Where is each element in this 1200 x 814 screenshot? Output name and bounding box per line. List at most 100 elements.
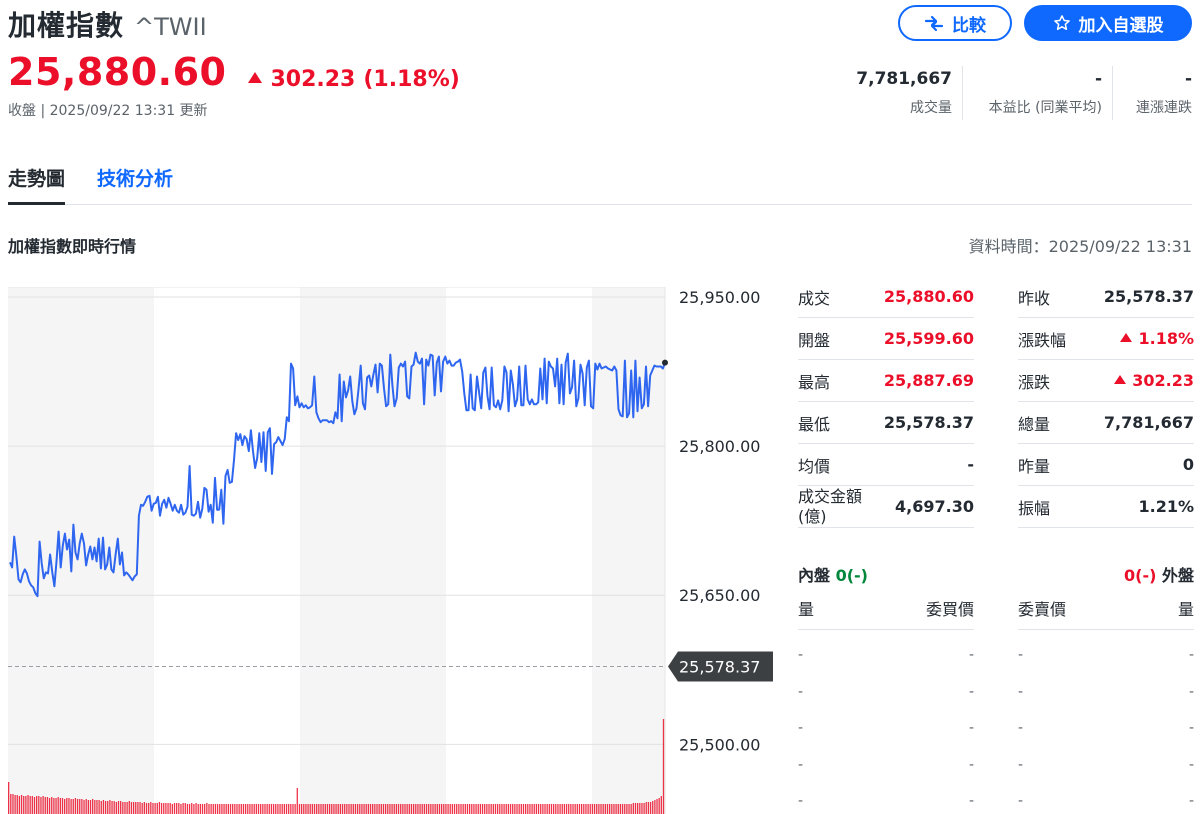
volume-bar: [165, 803, 167, 814]
volume-bar: [524, 804, 527, 814]
volume-bar: [412, 804, 415, 814]
volume-bar: [322, 804, 324, 814]
inner-outer-volume: 內盤 0(-) 0(-) 外盤: [798, 562, 1194, 586]
volume-bar: [350, 804, 352, 814]
volume-bar: [624, 804, 626, 814]
quote-label: 總量: [1018, 414, 1051, 434]
volume-bar: [550, 804, 553, 814]
ask-volume-header: 量: [1177, 600, 1194, 619]
tab-bar: 走勢圖 技術分析: [8, 164, 1192, 205]
add-watchlist-button[interactable]: 加入自選股: [1024, 5, 1192, 41]
volume-bar: [574, 804, 576, 814]
quote-cell: 漲跌幅 1.18%: [1018, 318, 1194, 360]
order-book-value: -: [798, 720, 804, 737]
volume-bar: [89, 800, 92, 814]
order-book: 量 委買價 委賣價 量 --------------------: [798, 596, 1194, 813]
volume-bar: [219, 804, 221, 814]
volume-bar: [156, 803, 158, 814]
volume-bar: [533, 804, 535, 814]
quote-value-text: 1.18%: [1138, 329, 1194, 348]
order-book-value: -: [1018, 720, 1024, 737]
volume-bar: [55, 798, 57, 814]
volume-bar: [641, 803, 643, 814]
bid-price-header: 委買價: [925, 600, 974, 619]
stat-value: 7,781,667: [856, 69, 952, 89]
tab-trend-chart[interactable]: 走勢圖: [8, 164, 66, 205]
outer-value: 0(-): [1124, 566, 1157, 585]
volume-bar: [404, 804, 406, 814]
volume-bar: [83, 800, 85, 814]
volume-bar: [272, 804, 275, 814]
volume-bar: [275, 804, 277, 814]
quote-value-text: 25,599.60: [883, 329, 974, 348]
order-book-value: -: [798, 683, 804, 700]
volume-bar: [509, 804, 512, 814]
volume-bar: [18, 796, 21, 814]
volume-bar: [453, 804, 456, 814]
order-book-value: -: [1018, 793, 1024, 810]
volume-bar: [132, 802, 135, 814]
volume-bar: [57, 797, 59, 814]
volume-bar: [16, 795, 18, 814]
volume-bar: [568, 804, 570, 814]
volume-bar: [305, 804, 307, 814]
volume-bar: [61, 798, 64, 814]
volume-bar: [576, 804, 578, 814]
chart-hour-band: [8, 287, 154, 814]
compare-button[interactable]: 比較: [898, 5, 1012, 41]
quote-value: 25,887.69: [884, 371, 974, 390]
volume-bar: [169, 803, 171, 814]
volume-bar: [197, 804, 199, 814]
quote-cell: 最低 25,578.37: [798, 402, 974, 444]
volume-bar: [608, 804, 611, 814]
volume-bar: [417, 804, 419, 814]
volume-bar: [428, 804, 430, 814]
volume-bar: [593, 804, 596, 814]
volume-bar: [537, 804, 540, 814]
quote-label: 昨收: [1018, 288, 1051, 308]
volume-bar: [171, 804, 174, 814]
volume-bar: [191, 803, 193, 814]
volume-bar: [475, 804, 477, 814]
quote-cell: 開盤 25,599.60: [798, 318, 974, 360]
volume-bar: [76, 799, 79, 814]
volume-bar: [339, 804, 342, 814]
volume-bar: [613, 804, 615, 814]
volume-bar: [221, 804, 223, 814]
volume-bar: [68, 798, 70, 814]
quote-label: 最高: [798, 372, 831, 392]
volume-bar: [311, 804, 314, 814]
quote-row: 最高 25,887.69 漲跌 302.23: [798, 360, 1194, 402]
volume-bar: [107, 801, 109, 814]
volume-bar: [262, 804, 264, 814]
intraday-chart[interactable]: 25,950.00 25,800.00 25,650.00 25,500.00 25,5…: [8, 287, 778, 814]
volume-bar: [600, 804, 602, 814]
volume-bar: [580, 804, 583, 814]
volume-bar: [514, 804, 516, 814]
volume-bar: [583, 804, 585, 814]
volume-bar: [94, 800, 96, 814]
volume-bar: [223, 804, 225, 814]
volume-bar: [505, 804, 507, 814]
page-title: 加權指數: [8, 9, 125, 42]
volume-bar: [438, 804, 441, 814]
data-time: 資料時間：2025/09/22 13:31: [968, 237, 1192, 256]
quote-cell: 均價 -: [798, 444, 974, 486]
volume-bar: [466, 804, 469, 814]
volume-bar: [79, 799, 81, 814]
volume-bar: [546, 804, 548, 814]
bid-cell: --: [798, 667, 974, 704]
stat-volume: 7,781,667 成交量: [844, 66, 962, 120]
volume-bar: [520, 804, 522, 814]
order-book-row: ----: [798, 703, 1194, 740]
volume-bar: [432, 804, 434, 814]
quote-label: 昨量: [1018, 456, 1051, 476]
tab-technical-analysis[interactable]: 技術分析: [97, 164, 173, 205]
order-book-row: ----: [798, 667, 1194, 704]
volume-bar: [38, 796, 40, 814]
volume-bar: [501, 804, 503, 814]
volume-bar: [408, 804, 410, 814]
stat-label: 本益比 (同業平均): [988, 100, 1102, 116]
volume-bar: [117, 801, 120, 814]
volume-bar: [430, 804, 432, 814]
